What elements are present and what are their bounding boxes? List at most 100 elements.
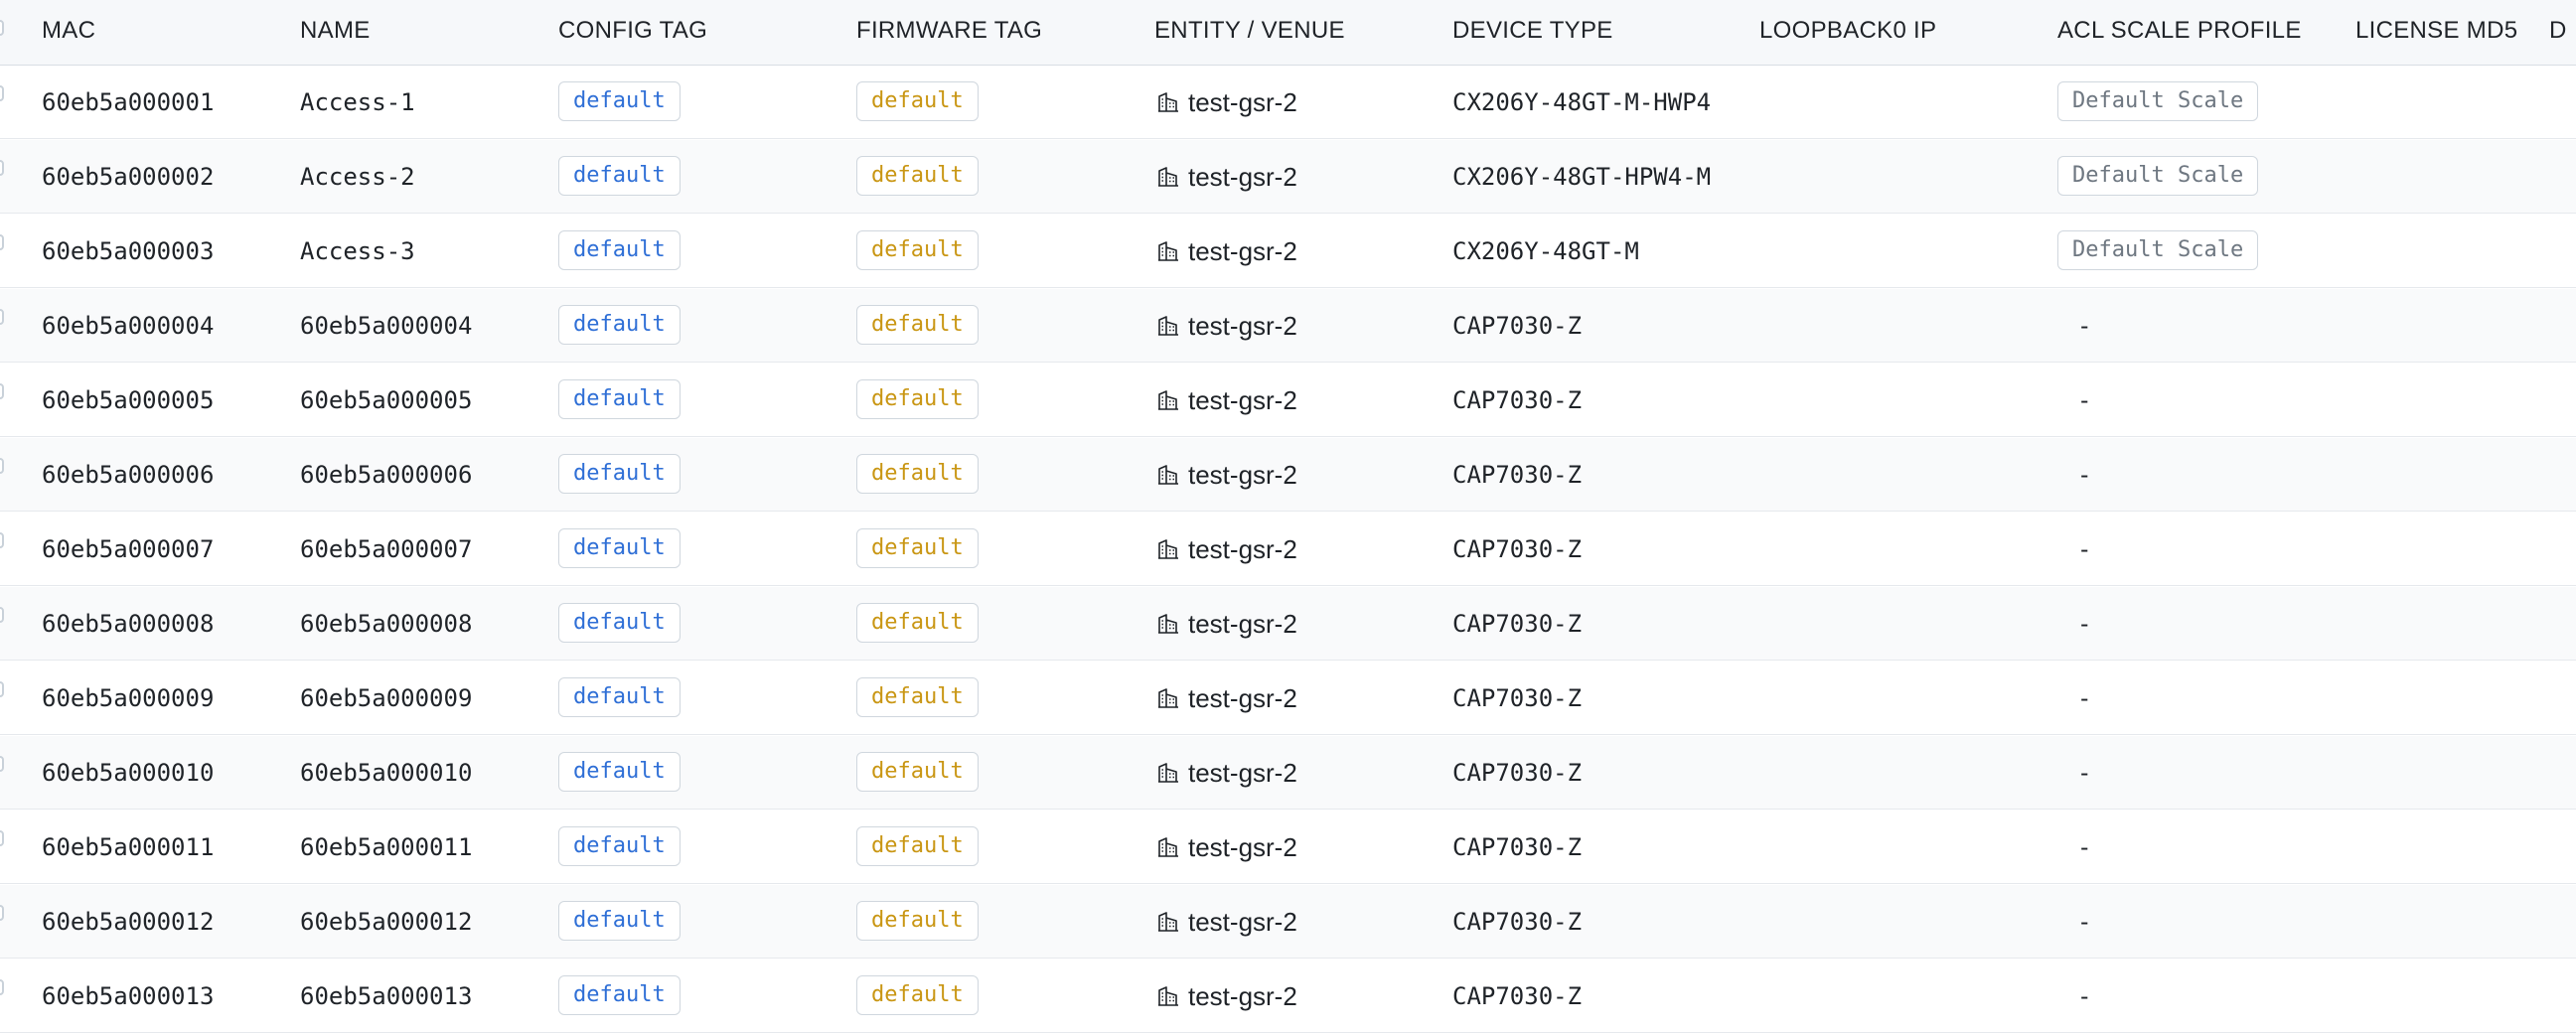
config-tag-badge[interactable]: default <box>558 901 681 941</box>
column-header-name[interactable]: NAME <box>300 17 371 45</box>
name-cell[interactable]: 60eb5a000006 <box>300 460 472 490</box>
firmware-tag-badge[interactable]: default <box>856 752 979 792</box>
venue-cell[interactable]: test-gsr-2 <box>1188 460 1297 490</box>
row-checkbox[interactable] <box>0 458 4 474</box>
row-checkbox[interactable] <box>0 85 4 101</box>
name-cell[interactable]: Access-2 <box>300 162 415 192</box>
table-row[interactable]: 60eb5a000004 60eb5a000004 default default te… <box>0 289 2576 363</box>
table-row[interactable]: 60eb5a000005 60eb5a000005 default default te… <box>0 364 2576 437</box>
venue-cell[interactable]: test-gsr-2 <box>1188 981 1297 1011</box>
config-tag-badge[interactable]: default <box>558 230 681 270</box>
name-cell[interactable]: 60eb5a000012 <box>300 907 472 937</box>
acl-scale-profile-badge[interactable]: Default Scale <box>2057 156 2259 196</box>
table-row[interactable]: 60eb5a000013 60eb5a000013 default default te… <box>0 960 2576 1033</box>
name-cell[interactable]: 60eb5a000010 <box>300 758 472 788</box>
firmware-tag-badge[interactable]: default <box>856 454 979 494</box>
acl-scale-profile-badge[interactable]: Default Scale <box>2057 230 2259 270</box>
column-header-license-md5[interactable]: LICENSE MD5 <box>2355 17 2517 45</box>
column-header-device-type[interactable]: DEVICE TYPE <box>1452 17 1613 45</box>
column-header-mac[interactable]: MAC <box>42 17 95 45</box>
device-type-cell: CAP7030-Z <box>1452 684 1583 712</box>
name-cell[interactable]: 60eb5a000013 <box>300 981 472 1011</box>
name-cell[interactable]: 60eb5a000007 <box>300 534 472 564</box>
column-header-loopback0-ip[interactable]: LOOPBACK0 IP <box>1759 17 1936 45</box>
acl-scale-profile-badge[interactable]: Default Scale <box>2057 81 2259 121</box>
firmware-tag-badge[interactable]: default <box>856 901 979 941</box>
firmware-tag-badge[interactable]: default <box>856 677 979 717</box>
venue-cell[interactable]: test-gsr-2 <box>1188 609 1297 639</box>
row-checkbox[interactable] <box>0 607 4 623</box>
firmware-tag-badge[interactable]: default <box>856 305 979 345</box>
table-row[interactable]: 60eb5a000008 60eb5a000008 default default te… <box>0 587 2576 661</box>
mac-cell: 60eb5a000003 <box>42 237 215 265</box>
name-cell[interactable]: 60eb5a000009 <box>300 683 472 713</box>
venue-cell[interactable]: test-gsr-2 <box>1188 385 1297 415</box>
table-header: MAC NAME CONFIG TAG FIRMWARE TAG ENTITY … <box>0 0 2576 66</box>
row-checkbox[interactable] <box>0 979 4 995</box>
name-cell[interactable]: 60eb5a000008 <box>300 609 472 639</box>
config-tag-badge[interactable]: default <box>558 305 681 345</box>
config-tag-badge[interactable]: default <box>558 81 681 121</box>
table-row[interactable]: 60eb5a000012 60eb5a000012 default default te… <box>0 885 2576 959</box>
venue-cell[interactable]: test-gsr-2 <box>1188 907 1297 937</box>
config-tag-badge[interactable]: default <box>558 379 681 419</box>
table-row[interactable]: 60eb5a000002 Access-2 default default test-g… <box>0 140 2576 214</box>
config-tag-badge[interactable]: default <box>558 826 681 866</box>
row-checkbox[interactable] <box>0 681 4 697</box>
venue-cell[interactable]: test-gsr-2 <box>1188 236 1297 266</box>
row-checkbox[interactable] <box>0 830 4 846</box>
venue-cell[interactable]: test-gsr-2 <box>1188 311 1297 341</box>
venue-cell[interactable]: test-gsr-2 <box>1188 534 1297 564</box>
row-checkbox[interactable] <box>0 160 4 176</box>
venue-cell[interactable]: test-gsr-2 <box>1188 683 1297 713</box>
config-tag-badge[interactable]: default <box>558 454 681 494</box>
venue-cell[interactable]: test-gsr-2 <box>1188 758 1297 788</box>
row-checkbox[interactable] <box>0 532 4 548</box>
table-row[interactable]: 60eb5a000001 Access-1 default default test-g… <box>0 66 2576 139</box>
name-cell[interactable]: 60eb5a000005 <box>300 385 472 415</box>
column-header-truncated[interactable]: D <box>2549 17 2567 45</box>
table-row[interactable]: 60eb5a000003 Access-3 default default test-g… <box>0 215 2576 288</box>
name-cell[interactable]: Access-3 <box>300 236 415 266</box>
table-row[interactable]: 60eb5a000011 60eb5a000011 default default te… <box>0 811 2576 884</box>
row-checkbox[interactable] <box>0 383 4 399</box>
firmware-tag-badge[interactable]: default <box>856 379 979 419</box>
config-tag-badge[interactable]: default <box>558 752 681 792</box>
column-header-config-tag[interactable]: CONFIG TAG <box>558 17 707 45</box>
firmware-tag-badge[interactable]: default <box>856 230 979 270</box>
config-tag-badge[interactable]: default <box>558 677 681 717</box>
config-tag-badge[interactable]: default <box>558 603 681 643</box>
column-header-acl-scale-profile[interactable]: ACL SCALE PROFILE <box>2057 17 2302 45</box>
name-cell[interactable]: Access-1 <box>300 87 415 117</box>
firmware-tag-badge[interactable]: default <box>856 156 979 196</box>
loopback0-ip-cell: - <box>2077 312 2092 340</box>
firmware-tag-badge[interactable]: default <box>856 528 979 568</box>
device-type-cell: CX206Y-48GT-HPW4-M <box>1452 163 1712 191</box>
venue-cell[interactable]: test-gsr-2 <box>1188 87 1297 117</box>
row-checkbox[interactable] <box>0 309 4 325</box>
select-all-checkbox[interactable] <box>0 20 4 36</box>
config-tag-badge[interactable]: default <box>558 528 681 568</box>
name-cell[interactable]: 60eb5a000011 <box>300 832 472 862</box>
mac-cell: 60eb5a000004 <box>42 312 215 340</box>
config-tag-badge[interactable]: default <box>558 156 681 196</box>
building-icon <box>1158 837 1178 857</box>
venue-cell[interactable]: test-gsr-2 <box>1188 832 1297 862</box>
firmware-tag-badge[interactable]: default <box>856 826 979 866</box>
column-header-firmware-tag[interactable]: FIRMWARE TAG <box>856 17 1042 45</box>
config-tag-badge[interactable]: default <box>558 975 681 1015</box>
table-row[interactable]: 60eb5a000006 60eb5a000006 default default te… <box>0 438 2576 512</box>
firmware-tag-badge[interactable]: default <box>856 975 979 1015</box>
firmware-tag-badge[interactable]: default <box>856 81 979 121</box>
row-checkbox[interactable] <box>0 905 4 921</box>
table-row[interactable]: 60eb5a000009 60eb5a000009 default default te… <box>0 662 2576 735</box>
firmware-tag-badge[interactable]: default <box>856 603 979 643</box>
row-checkbox[interactable] <box>0 756 4 772</box>
column-header-entity-venue[interactable]: ENTITY / VENUE <box>1154 17 1345 45</box>
table-row[interactable]: 60eb5a000010 60eb5a000010 default default te… <box>0 736 2576 810</box>
name-cell[interactable]: 60eb5a000004 <box>300 311 472 341</box>
loopback0-ip-cell: - <box>2077 535 2092 563</box>
venue-cell[interactable]: test-gsr-2 <box>1188 162 1297 192</box>
table-row[interactable]: 60eb5a000007 60eb5a000007 default default te… <box>0 513 2576 586</box>
row-checkbox[interactable] <box>0 234 4 250</box>
